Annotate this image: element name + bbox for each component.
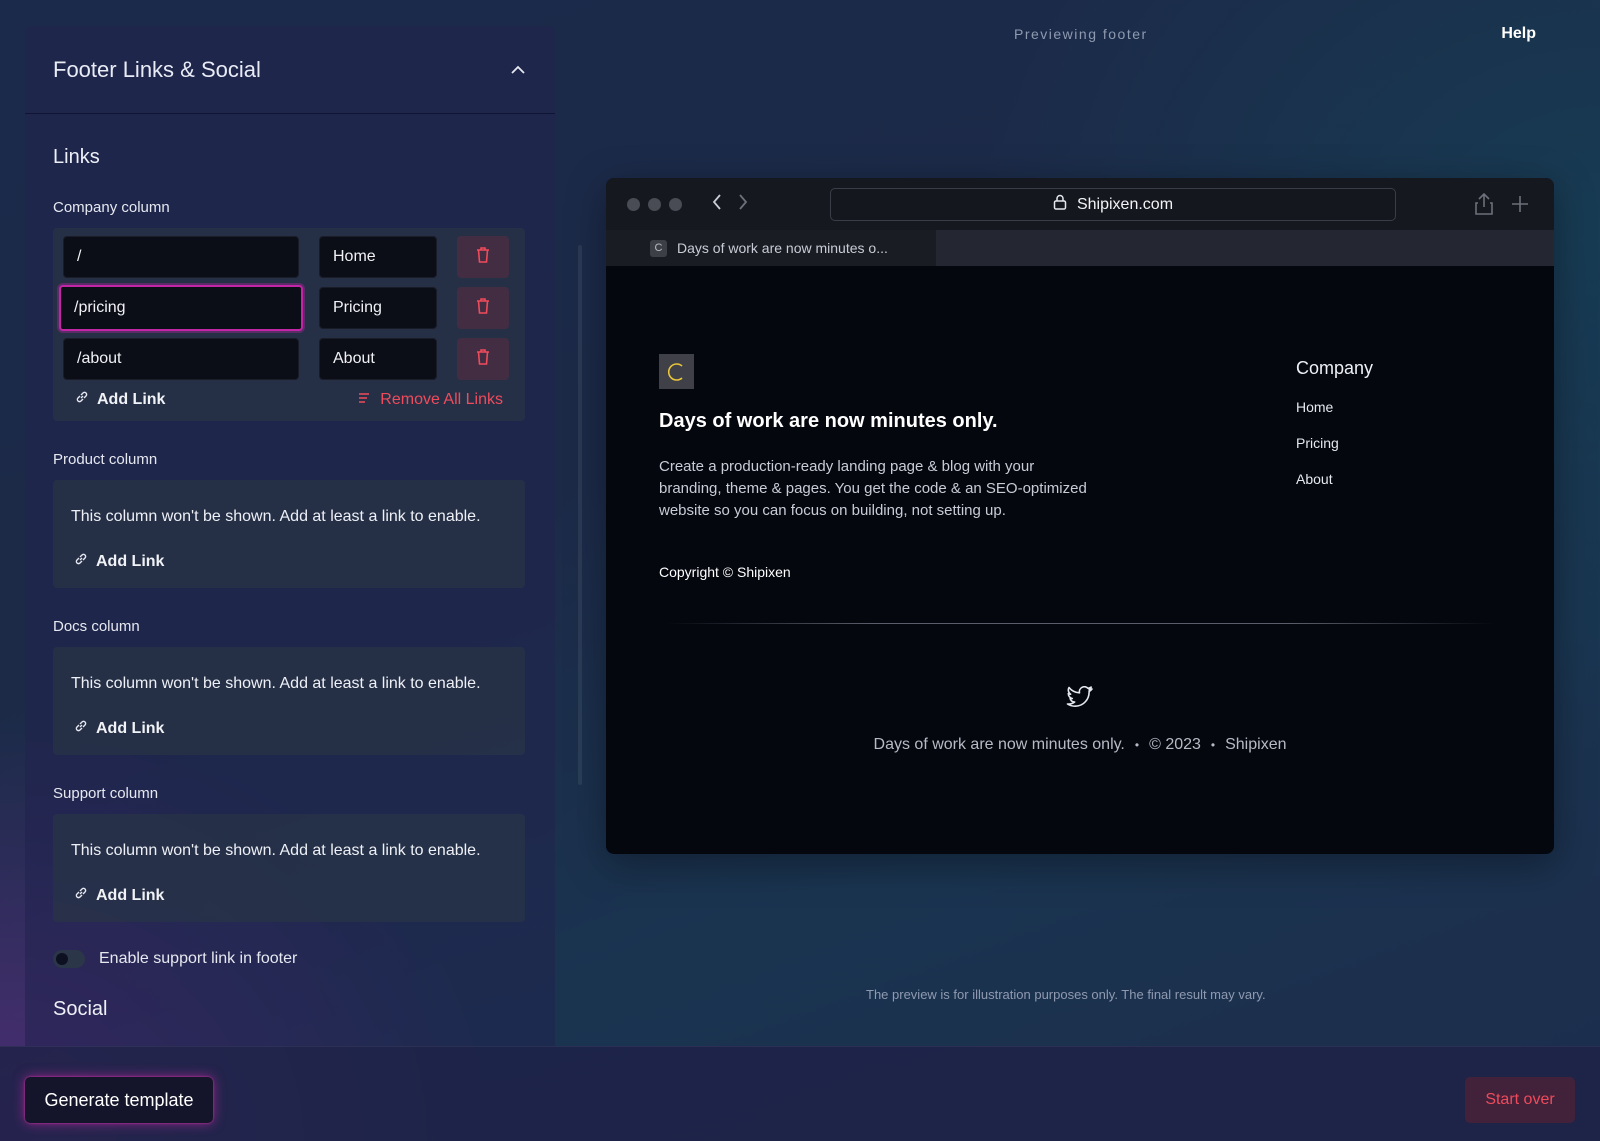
generate-template-button[interactable]: Generate template: [25, 1077, 213, 1123]
address-bar: Shipixen.com: [830, 188, 1396, 221]
bottom-brand: Shipixen: [1225, 736, 1287, 753]
browser-chrome: Shipixen.com: [606, 178, 1554, 230]
delete-link-button[interactable]: [457, 338, 509, 380]
browser-tabbar: C Days of work are now minutes o...: [606, 230, 1554, 266]
help-link[interactable]: Help: [1501, 25, 1536, 43]
company-column: Company Home Pricing About: [1296, 358, 1373, 507]
link-icon: [75, 390, 89, 409]
link-name-input[interactable]: [319, 236, 437, 278]
footer-bottom-line: Days of work are now minutes only. • © 202…: [873, 736, 1287, 753]
link-row: [59, 285, 515, 331]
footer-link-pricing[interactable]: Pricing: [1296, 435, 1373, 451]
chevron-up-icon[interactable]: [509, 61, 527, 79]
link-row: [63, 338, 515, 380]
bottom-tagline: Days of work are now minutes only.: [873, 736, 1125, 753]
forward-arrow-icon: [738, 193, 748, 215]
support-links-box: This column won't be shown. Add at least…: [53, 814, 525, 922]
empty-column-text: This column won't be shown. Add at least…: [71, 675, 481, 692]
window-minimize-dot: [648, 197, 661, 211]
add-link-button[interactable]: Add Link: [74, 552, 507, 571]
delete-link-button[interactable]: [457, 287, 509, 329]
social-section-title: Social: [53, 998, 108, 1020]
product-links-box: This column won't be shown. Add at least…: [53, 480, 525, 588]
support-column-label: Support column: [53, 785, 159, 802]
editor-title: Footer Links & Social: [53, 56, 261, 82]
bottom-action-bar: Generate template Start over: [0, 1046, 1600, 1141]
browser-preview: Shipixen.com C Days of work are now minu…: [606, 178, 1554, 854]
add-link-label: Add Link: [96, 886, 165, 904]
link-row: [63, 236, 515, 278]
delete-link-button[interactable]: [457, 236, 509, 278]
start-over-button[interactable]: Start over: [1465, 1077, 1575, 1123]
link-icon: [74, 719, 88, 738]
trash-icon: [475, 297, 491, 320]
site-title: Days of work are now minutes only.: [659, 410, 998, 432]
preview-label: Previewing footer: [1014, 26, 1148, 42]
preview-disclaimer: The preview is for illustration purposes…: [866, 987, 1266, 1002]
window-close-dot: [627, 197, 640, 211]
docs-column-label: Docs column: [53, 618, 140, 635]
add-link-button[interactable]: Add Link: [75, 390, 165, 409]
remove-all-label: Remove All Links: [380, 390, 503, 408]
footer-preview: Days of work are now minutes only. Creat…: [606, 266, 1554, 854]
link-icon: [74, 886, 88, 905]
address-bar-url: Shipixen.com: [1076, 195, 1174, 213]
empty-column-text: This column won't be shown. Add at least…: [71, 842, 481, 859]
empty-column-text: This column won't be shown. Add at least…: [71, 508, 481, 525]
bottom-year: © 2023: [1149, 736, 1201, 753]
site-description: Create a production-ready landing page &…: [659, 458, 1087, 519]
remove-all-links-button[interactable]: Remove All Links: [358, 391, 503, 409]
support-link-toggle-label: Enable support link in footer: [99, 950, 298, 967]
browser-tab: C Days of work are now minutes o...: [606, 230, 936, 266]
window-maximize-dot: [669, 197, 682, 211]
link-url-input[interactable]: [59, 285, 303, 331]
company-column-label: Company column: [53, 199, 170, 216]
footer-divider: [666, 623, 1496, 624]
links-section-title: Links: [53, 146, 100, 168]
link-url-input[interactable]: [63, 236, 299, 278]
company-heading: Company: [1296, 358, 1374, 378]
site-copyright: Copyright © Shipixen: [659, 564, 791, 580]
new-tab-icon: [1510, 192, 1530, 221]
company-links-box: Add Link Remove All Links: [53, 228, 525, 421]
site-logo: [659, 354, 694, 389]
link-url-input[interactable]: [63, 338, 299, 380]
support-link-toggle[interactable]: [53, 950, 85, 968]
back-arrow-icon: [712, 193, 722, 215]
twitter-icon[interactable]: [1066, 685, 1094, 715]
lock-icon: [1053, 194, 1067, 215]
add-link-label: Add Link: [96, 552, 165, 570]
share-icon: [1474, 192, 1494, 221]
add-link-label: Add Link: [97, 390, 166, 408]
footer-link-about[interactable]: About: [1296, 471, 1373, 487]
add-link-label: Add Link: [96, 719, 165, 737]
tab-title: Days of work are now minutes o...: [677, 240, 888, 256]
list-remove-icon: [358, 391, 372, 409]
docs-links-box: This column won't be shown. Add at least…: [53, 647, 525, 755]
tab-favicon: C: [650, 239, 667, 257]
add-link-button[interactable]: Add Link: [74, 886, 507, 905]
add-link-button[interactable]: Add Link: [74, 719, 507, 738]
editor-scrollbar[interactable]: [578, 245, 582, 785]
product-column-label: Product column: [53, 451, 158, 468]
footer-link-home[interactable]: Home: [1296, 399, 1373, 415]
link-name-input[interactable]: [319, 338, 437, 380]
link-name-input[interactable]: [319, 287, 437, 329]
editor-header[interactable]: Footer Links & Social: [25, 26, 555, 114]
trash-icon: [475, 348, 491, 371]
footer-editor-panel: Footer Links & Social Links Company colu…: [25, 26, 555, 1046]
link-icon: [74, 552, 88, 571]
trash-icon: [475, 246, 491, 269]
